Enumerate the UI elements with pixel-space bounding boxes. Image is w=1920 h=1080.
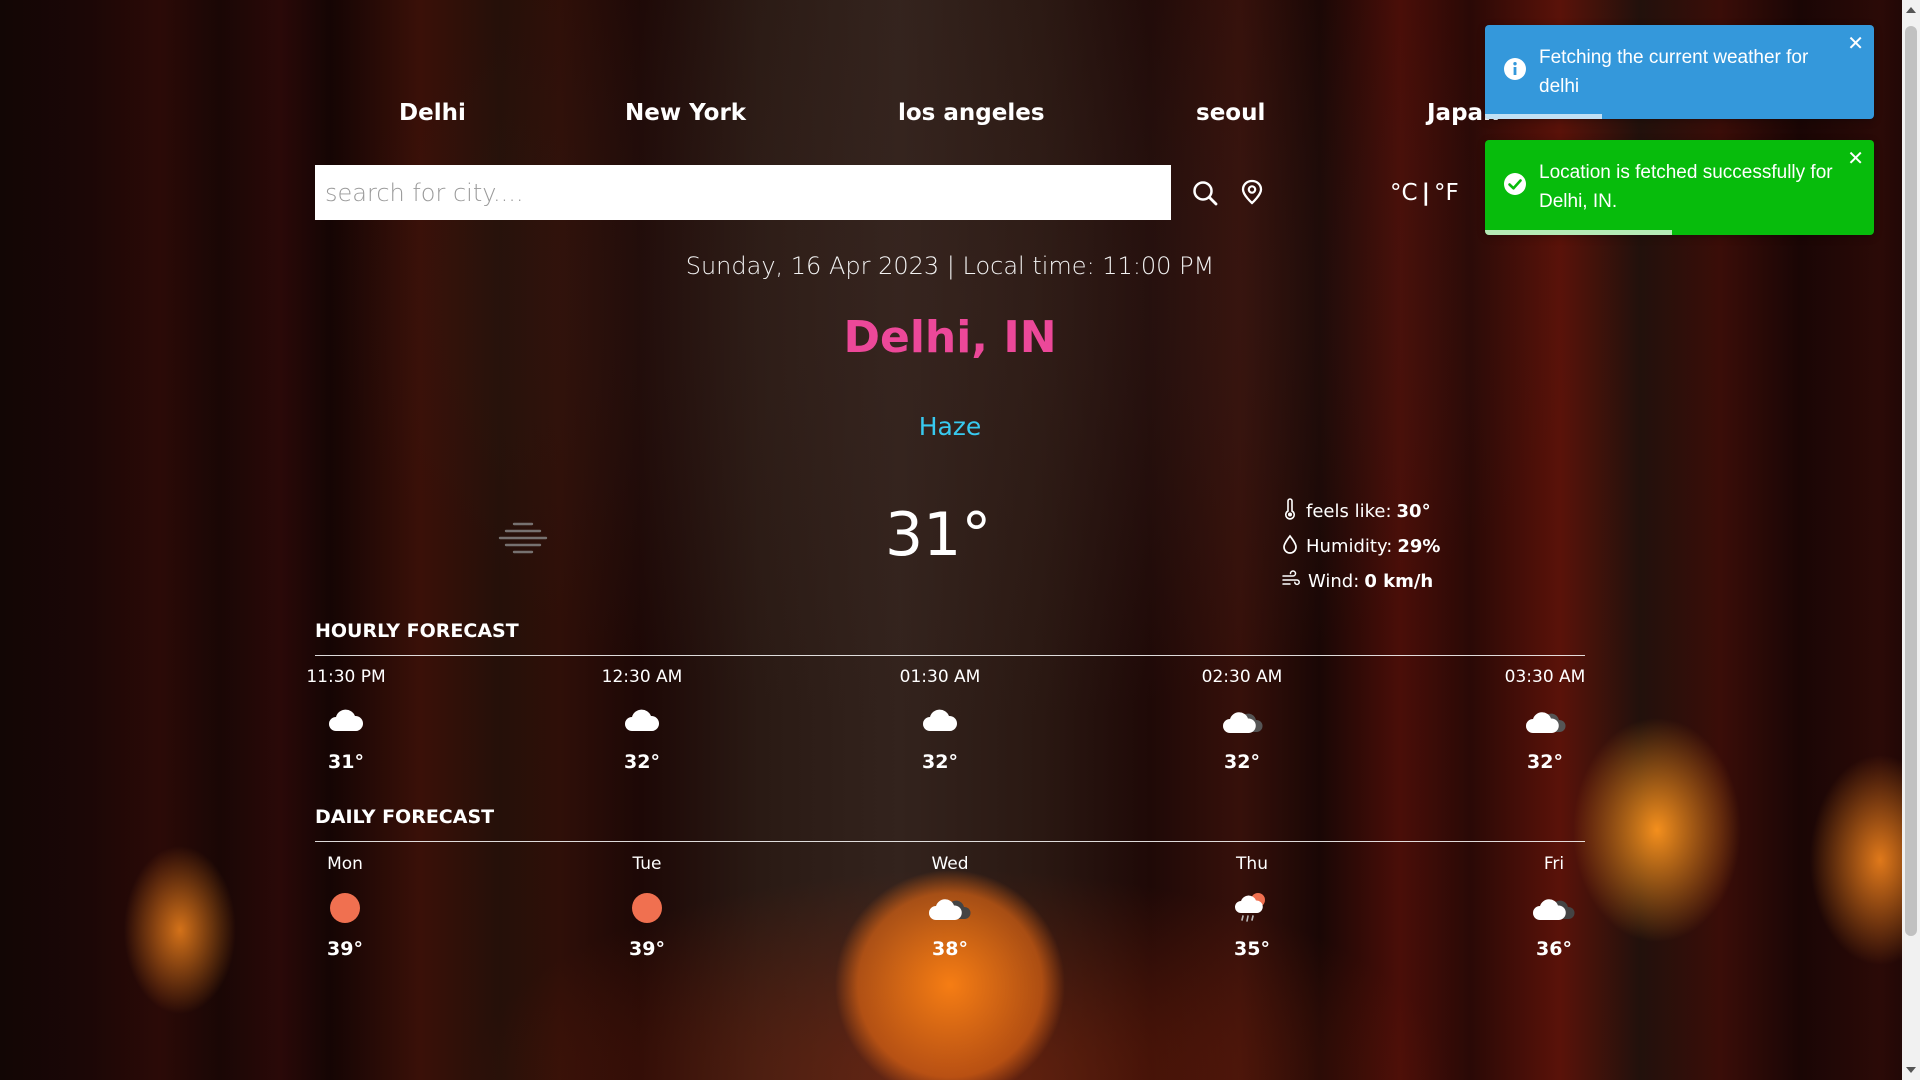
info-toast[interactable]: Fetching the current weather for delhi ✕ [1485, 25, 1874, 119]
date-time: Sunday, 16 Apr 2023 | Local time: 11:00 … [685, 252, 1215, 280]
hourly-temp: 31° [328, 751, 364, 773]
toast-progress-bar [1485, 114, 1602, 119]
hourly-item: 12:30 AM 32° [572, 667, 712, 773]
search-input[interactable] [315, 165, 1171, 220]
info-icon [1503, 57, 1527, 90]
toast-message: Fetching the current weather for delhi [1539, 47, 1809, 97]
humidity-row: Humidity: 29% [1282, 529, 1440, 564]
wind-label: Wind: [1308, 571, 1360, 592]
hourly-item: 11:30 PM 31° [276, 667, 416, 773]
daily-day: Wed [931, 854, 969, 874]
vertical-scrollbar[interactable] [1902, 0, 1920, 1080]
sun-icon [275, 878, 415, 938]
celsius-button[interactable]: °C [1390, 180, 1418, 206]
hourly-temp: 32° [624, 751, 660, 773]
location-pin-icon[interactable] [1241, 179, 1263, 209]
weather-condition: Haze [918, 412, 982, 441]
toast-message: Location is fetched successfully for Del… [1539, 162, 1833, 212]
daily-day: Thu [1236, 854, 1268, 874]
unit-separator: | [1421, 180, 1430, 206]
feels-like-label: feels like: [1306, 501, 1392, 522]
daily-item: Tue 39° [577, 854, 717, 960]
hourly-time: 11:30 PM [306, 667, 386, 687]
daily-temp: 35° [1234, 938, 1270, 960]
cloud-icon [870, 691, 1010, 751]
unit-toggle: °C | °F [1390, 180, 1459, 206]
broken-clouds-icon [880, 878, 1020, 938]
weather-details: feels like: 30° Humidity: 29% Wind: 0 km… [1282, 494, 1440, 599]
broken-clouds-icon [1484, 878, 1624, 938]
humidity-value: 29% [1397, 536, 1441, 557]
droplet-icon [1282, 534, 1306, 559]
daily-divider [315, 841, 1585, 842]
success-toast[interactable]: Location is fetched successfully for Del… [1485, 140, 1874, 235]
hourly-time: 01:30 AM [899, 667, 981, 687]
scroll-thumb[interactable] [1905, 26, 1917, 936]
cloud-icon [276, 691, 416, 751]
daily-temp: 39° [327, 938, 363, 960]
toast-progress-bar [1485, 230, 1672, 235]
feels-like-row: feels like: 30° [1282, 494, 1440, 529]
wind-value: 0 km/h [1364, 571, 1434, 592]
hourly-temp: 32° [922, 751, 958, 773]
hourly-temp: 32° [1224, 751, 1260, 773]
close-icon[interactable]: ✕ [1847, 148, 1864, 168]
hourly-divider [315, 655, 1585, 656]
daily-day: Fri [1543, 854, 1565, 874]
sun-icon [577, 878, 717, 938]
city-link-los-angeles[interactable]: los angeles [898, 100, 1045, 126]
scroll-down-arrow-icon[interactable] [1906, 1067, 1916, 1073]
daily-forecast-title: DAILY FORECAST [315, 806, 495, 828]
broken-clouds-night-icon [1475, 691, 1615, 751]
check-circle-icon [1503, 172, 1527, 205]
humidity-label: Humidity: [1306, 536, 1393, 557]
current-temperature: 31° [885, 500, 992, 570]
daily-temp: 39° [629, 938, 665, 960]
hourly-time: 12:30 AM [601, 667, 683, 687]
daily-item: Fri 36° [1484, 854, 1624, 960]
haze-icon [494, 520, 550, 564]
fahrenheit-button[interactable]: °F [1434, 180, 1459, 206]
daily-day: Tue [632, 854, 662, 874]
hourly-item: 02:30 AM 32° [1172, 667, 1312, 773]
city-link-seoul[interactable]: seoul [1196, 100, 1265, 126]
wind-row: Wind: 0 km/h [1282, 564, 1440, 599]
broken-clouds-night-icon [1172, 691, 1312, 751]
wind-icon [1282, 570, 1308, 593]
daily-temp: 38° [932, 938, 968, 960]
hourly-forecast-title: HOURLY FORECAST [315, 620, 519, 642]
hourly-item: 03:30 AM 32° [1475, 667, 1615, 773]
search-icon[interactable] [1192, 180, 1218, 210]
feels-like-value: 30° [1396, 501, 1431, 522]
hourly-item: 01:30 AM 32° [870, 667, 1010, 773]
city-link-new-york[interactable]: New York [625, 100, 746, 126]
daily-temp: 36° [1536, 938, 1572, 960]
daily-day: Mon [327, 854, 363, 874]
daily-item: Wed 38° [880, 854, 1020, 960]
daily-item: Thu 35° [1182, 854, 1322, 960]
scroll-up-arrow-icon[interactable] [1906, 7, 1916, 13]
thermometer-icon [1282, 498, 1306, 525]
close-icon[interactable]: ✕ [1847, 33, 1864, 53]
city-title: Delhi, IN [843, 312, 1057, 363]
rain-sun-icon [1182, 878, 1322, 938]
city-link-delhi[interactable]: Delhi [399, 100, 466, 126]
hourly-temp: 32° [1527, 751, 1563, 773]
cloud-icon [572, 691, 712, 751]
city-nav: Delhi New York los angeles seoul Japan [315, 100, 1535, 136]
hourly-time: 02:30 AM [1201, 667, 1283, 687]
hourly-time: 03:30 AM [1504, 667, 1586, 687]
daily-item: Mon 39° [275, 854, 415, 960]
